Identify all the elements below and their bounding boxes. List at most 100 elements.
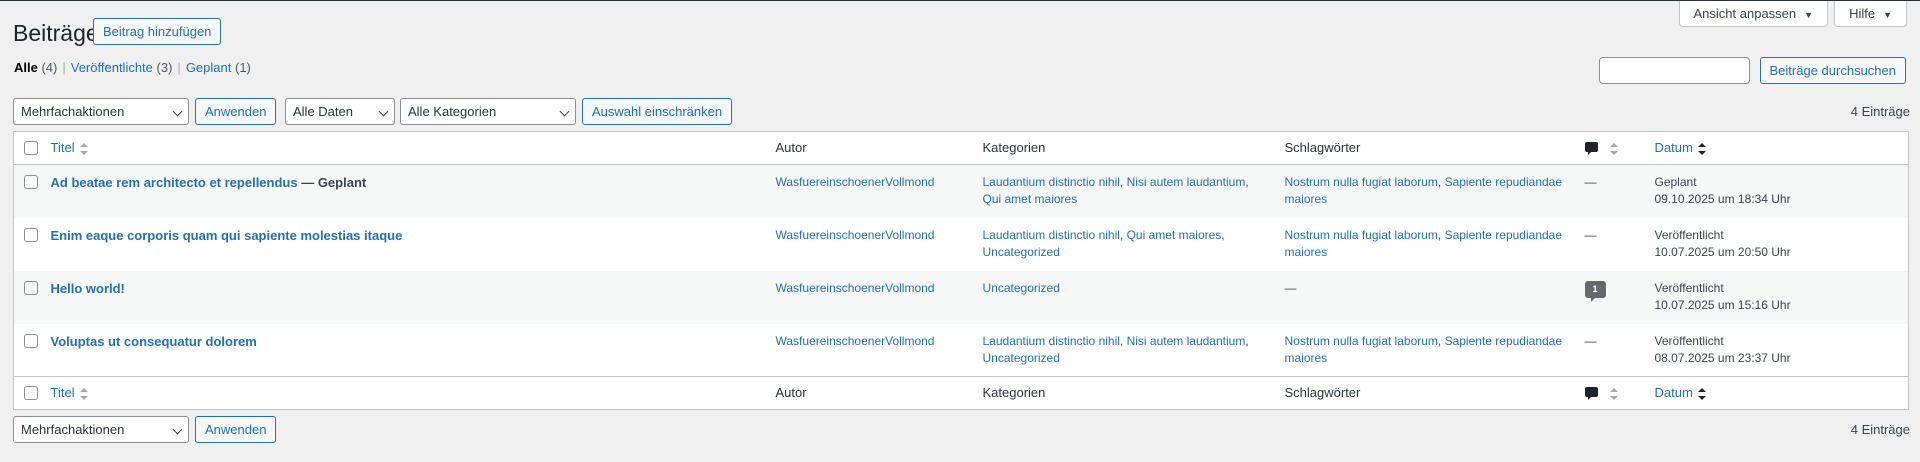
- date-value: 08.07.2025 um 23:37 Uhr: [1654, 350, 1791, 365]
- chevron-down-icon: [378, 106, 389, 117]
- no-comments: —: [1584, 227, 1597, 242]
- tag-link[interactable]: Nostrum nulla fugiat laborum: [1285, 228, 1438, 242]
- items-count-bottom: 4 Einträge: [1850, 422, 1910, 437]
- date-value: 10.07.2025 um 15:16 Uhr: [1654, 297, 1791, 312]
- view-published-link[interactable]: Veröffentlichte (3): [71, 60, 173, 75]
- category-link[interactable]: Uncategorized: [983, 281, 1060, 295]
- view-scheduled-label: Geplant: [185, 60, 232, 75]
- author-link[interactable]: WasfuereinschoenerVollmond: [776, 228, 935, 242]
- column-comments-header[interactable]: [1584, 132, 1655, 165]
- comments-cell: —: [1585, 218, 1655, 271]
- table-footer-row: Titel Autor Kategorien Schlagwörter Datu…: [13, 376, 1909, 410]
- column-title-footer[interactable]: Titel: [51, 377, 776, 410]
- column-tags-header: Schlagwörter: [1284, 140, 1361, 155]
- view-all-link[interactable]: Alle (4): [14, 60, 57, 75]
- date-sort-link[interactable]: Datum: [1655, 140, 1693, 155]
- screen-options-button[interactable]: Ansicht anpassen ▼: [1678, 1, 1829, 27]
- post-status-views: Alle (4) | Veröffentlichte (3) | Geplant (1): [14, 60, 251, 75]
- filter-button[interactable]: Auswahl einschränken: [582, 98, 733, 125]
- category-link[interactable]: Uncategorized: [983, 351, 1060, 365]
- column-title-header[interactable]: Titel: [51, 132, 776, 165]
- tags-cell: Nostrum nulla fugiat laborum, Sapiente r…: [1284, 333, 1563, 365]
- date-cell: Veröffentlicht 10.07.2025 um 15:16 Uhr: [1655, 271, 1909, 324]
- row-checkbox[interactable]: [24, 175, 38, 189]
- date-status: Veröffentlicht: [1654, 280, 1724, 295]
- sort-arrows-icon: [1609, 387, 1618, 400]
- category-link[interactable]: Uncategorized: [983, 245, 1060, 259]
- add-new-post-button[interactable]: Beitrag hinzufügen: [93, 18, 222, 45]
- category-link[interactable]: Laudantium distinctio nihil: [983, 175, 1120, 189]
- title-cell: Ad beatae rem architecto et repellendus …: [51, 165, 776, 218]
- bulk-action-value: Mehrfachaktionen: [21, 104, 125, 119]
- comments-cell: —: [1585, 165, 1655, 218]
- date-status: Veröffentlicht: [1654, 333, 1724, 348]
- view-separator: |: [62, 60, 66, 75]
- screen-options-label: Ansicht anpassen: [1693, 6, 1797, 21]
- categories-cell: Laudantium distinctio nihil, Nisi autem …: [982, 333, 1249, 365]
- column-date-header[interactable]: Datum: [1655, 132, 1909, 165]
- row-checkbox[interactable]: [24, 227, 38, 242]
- search-input[interactable]: [1598, 57, 1750, 84]
- search-posts-button[interactable]: Beiträge durchsuchen: [1759, 57, 1906, 84]
- post-state: — Geplant: [297, 175, 367, 190]
- row-checkbox-cell: [14, 271, 51, 324]
- help-label: Hilfe: [1849, 6, 1876, 21]
- date-sort-link[interactable]: Datum: [1655, 385, 1693, 400]
- author-link[interactable]: WasfuereinschoenerVollmond: [776, 175, 935, 189]
- post-title-link[interactable]: Enim eaque corporis quam qui sapiente mo…: [51, 228, 403, 243]
- column-categories-header: Kategorien: [982, 140, 1046, 155]
- comments-cell: —: [1585, 324, 1655, 377]
- category-link[interactable]: Laudantium distinctio nihil: [983, 228, 1120, 242]
- title-sort-link[interactable]: Titel: [51, 140, 75, 155]
- author-cell: WasfuereinschoenerVollmond: [776, 324, 983, 377]
- select-all-checkbox-footer[interactable]: [24, 386, 38, 400]
- apply-bulk-action-button-bottom[interactable]: Anwenden: [195, 416, 277, 443]
- date-cell: Geplant 09.10.2025 um 18:34 Uhr: [1655, 165, 1909, 218]
- author-cell: WasfuereinschoenerVollmond: [776, 165, 983, 218]
- comment-bubble-icon: [1584, 142, 1598, 156]
- category-link[interactable]: Qui amet maiores: [1127, 228, 1222, 242]
- author-link[interactable]: WasfuereinschoenerVollmond: [776, 281, 935, 295]
- author-cell: WasfuereinschoenerVollmond: [776, 218, 983, 271]
- category-filter-select[interactable]: Alle Kategorien: [400, 98, 576, 125]
- comment-count-bubble[interactable]: 1: [1584, 280, 1606, 302]
- author-link[interactable]: WasfuereinschoenerVollmond: [776, 334, 935, 348]
- column-tags-footer: Schlagwörter: [1284, 385, 1361, 400]
- category-link[interactable]: Laudantium distinctio nihil: [983, 334, 1120, 348]
- select-all-checkbox[interactable]: [24, 141, 38, 155]
- table-row: Ad beatae rem architecto et repellendus …: [13, 164, 1909, 218]
- search-box: Beiträge durchsuchen: [1598, 57, 1906, 84]
- column-author-header: Autor: [775, 140, 807, 155]
- select-all-cell: [14, 377, 51, 410]
- post-title-link[interactable]: Voluptas ut consequatur dolorem: [51, 334, 257, 349]
- post-title-link[interactable]: Hello world!: [51, 281, 125, 296]
- screen-meta-links: Ansicht anpassen ▼ Hilfe ▼: [1678, 1, 1907, 27]
- table-row: Enim eaque corporis quam qui sapiente mo…: [14, 218, 1909, 271]
- row-checkbox-cell: [14, 165, 51, 218]
- apply-bulk-action-button-top[interactable]: Anwenden: [195, 98, 277, 125]
- post-title-link[interactable]: Ad beatae rem architecto et repellendus: [51, 175, 298, 190]
- bulk-action-select-bottom[interactable]: Mehrfachaktionen: [13, 416, 189, 443]
- row-checkbox[interactable]: [24, 333, 38, 348]
- date-value: 10.07.2025 um 20:50 Uhr: [1654, 244, 1791, 259]
- date-filter-select[interactable]: Alle Daten: [285, 98, 395, 125]
- category-link[interactable]: Nisi autem laudantium: [1127, 175, 1246, 189]
- sort-arrows-icon: [79, 387, 88, 400]
- help-button[interactable]: Hilfe ▼: [1834, 1, 1907, 27]
- tag-link[interactable]: Nostrum nulla fugiat laborum: [1285, 334, 1438, 348]
- title-sort-link[interactable]: Titel: [51, 385, 75, 400]
- no-comments: —: [1584, 175, 1597, 189]
- bulk-action-select-top[interactable]: Mehrfachaktionen: [13, 98, 189, 125]
- view-scheduled-link[interactable]: Geplant (1): [186, 60, 251, 75]
- chevron-down-icon: [559, 106, 570, 117]
- column-date-footer[interactable]: Datum: [1655, 377, 1909, 410]
- caret-down-icon: ▼: [1804, 10, 1814, 20]
- category-link[interactable]: Qui amet maiores: [983, 192, 1078, 206]
- tags-cell: Nostrum nulla fugiat laborum, Sapiente r…: [1284, 227, 1563, 259]
- category-link[interactable]: Nisi autem laudantium: [1127, 334, 1246, 348]
- tag-link[interactable]: Nostrum nulla fugiat laborum: [1285, 175, 1438, 189]
- no-comments: —: [1584, 333, 1597, 348]
- column-comments-footer[interactable]: [1584, 377, 1655, 410]
- row-checkbox[interactable]: [24, 280, 38, 295]
- view-all-count: (4): [41, 60, 58, 75]
